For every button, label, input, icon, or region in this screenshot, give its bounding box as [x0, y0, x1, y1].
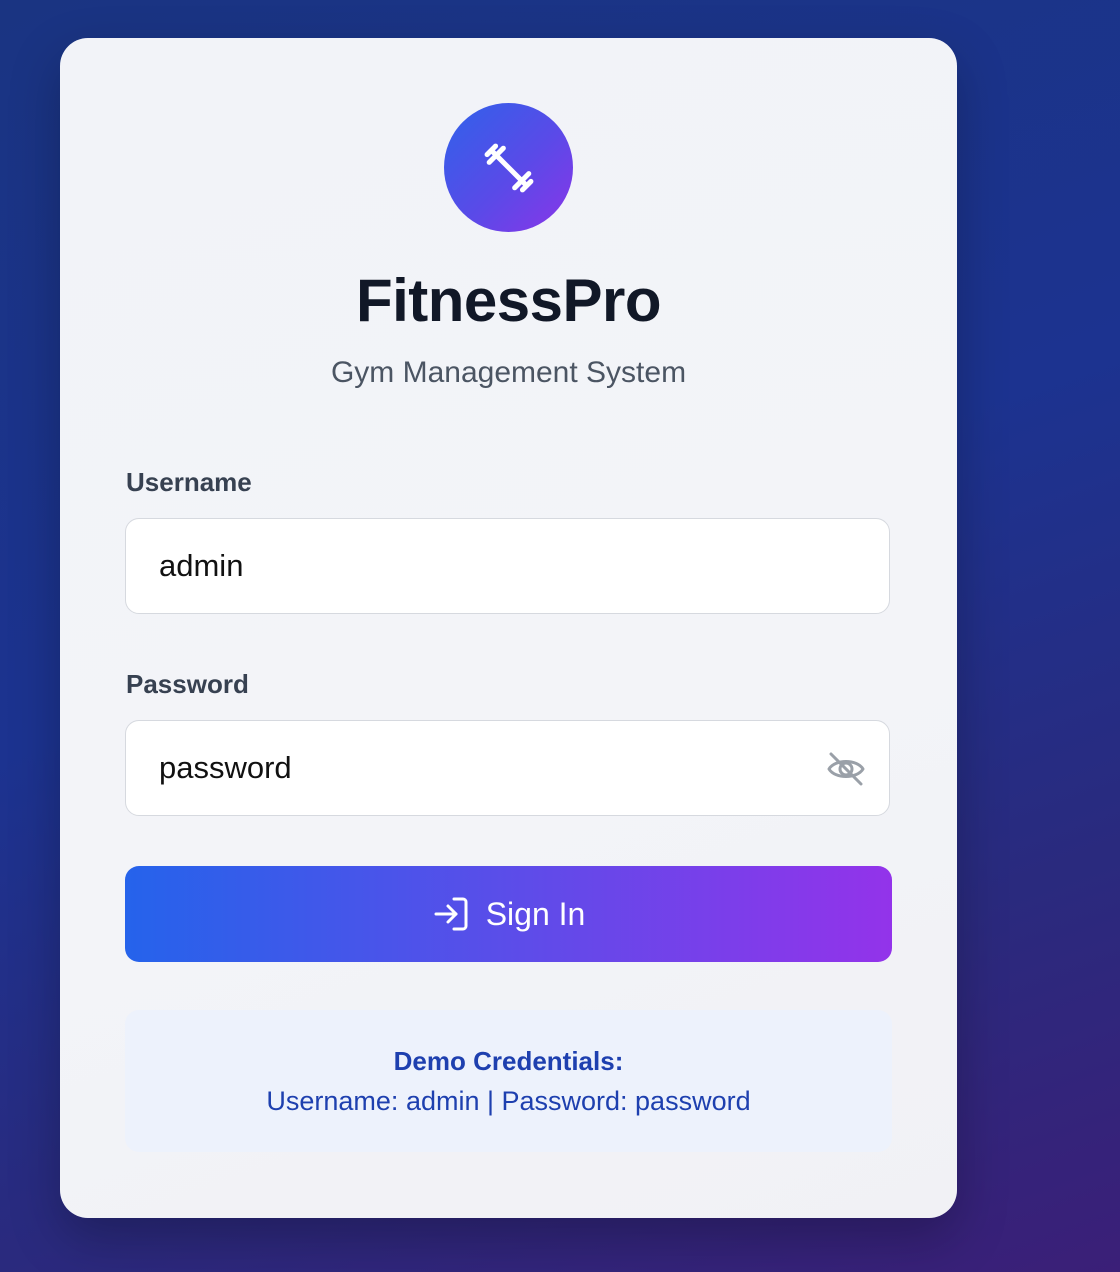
dumbbell-icon: [484, 143, 533, 192]
login-card: FitnessPro Gym Management System Usernam…: [60, 38, 957, 1218]
app-subtitle: Gym Management System: [330, 356, 687, 389]
sign-in-button[interactable]: Sign In: [125, 866, 892, 962]
eye-off-icon[interactable]: [825, 748, 867, 790]
login-icon: [434, 897, 468, 931]
password-input[interactable]: [159, 721, 799, 815]
app-logo: [444, 103, 573, 232]
demo-credentials-text: Username: admin | Password: password: [266, 1086, 751, 1116]
username-field-box: [125, 518, 890, 614]
password-label: Password: [126, 669, 249, 699]
demo-credentials-box: Demo Credentials: Username: admin | Pass…: [125, 1010, 892, 1152]
username-input[interactable]: [159, 519, 799, 613]
demo-credentials-heading: Demo Credentials:: [393, 1046, 624, 1076]
username-label: Username: [126, 467, 252, 497]
password-field-box: [125, 720, 890, 816]
app-title: FitnessPro: [355, 267, 662, 334]
sign-in-label: Sign In: [485, 895, 586, 932]
